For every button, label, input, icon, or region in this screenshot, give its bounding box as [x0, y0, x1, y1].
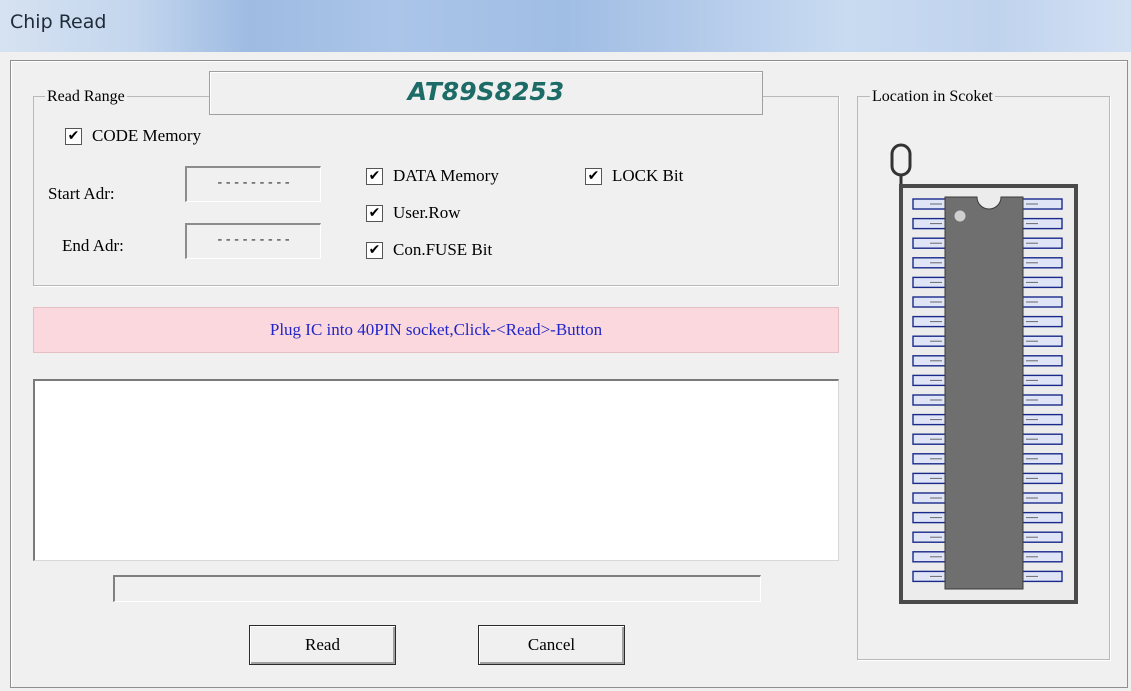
socket-pin-right-17 [1021, 511, 1063, 524]
socket-pin-right-1 [1021, 198, 1063, 210]
socket-pin-right-8 [1021, 335, 1063, 347]
socket-pin-left-14 [912, 453, 947, 465]
socket-pin-left-17 [912, 511, 947, 524]
socket-pin-right-11 [1021, 394, 1063, 406]
socket-pin-right-19 [1021, 551, 1063, 563]
socket-pin-left-6 [912, 296, 947, 308]
socket-pin-left-15 [912, 472, 947, 485]
socket-pin-right-7 [1021, 315, 1063, 328]
socket-pin-left-16 [912, 492, 947, 504]
socket-pin-left-11 [912, 394, 947, 406]
socket-pin-right-5 [1021, 276, 1063, 289]
socket-pin-left-10 [912, 374, 947, 387]
chip-icon [944, 196, 1024, 590]
socket-pin-right-13 [1021, 433, 1063, 445]
socket-pin-left-2 [912, 217, 947, 230]
socket-pin-left-12 [912, 413, 947, 426]
socket-pin-right-20 [1021, 570, 1063, 583]
socket-pin-left-8 [912, 335, 947, 347]
socket-pin-right-16 [1021, 492, 1063, 504]
socket-pin-right-15 [1021, 472, 1063, 485]
socket-pin-left-7 [912, 315, 947, 328]
socket-pin-right-4 [1021, 257, 1063, 269]
socket-pin-right-9 [1021, 355, 1063, 367]
socket-pin-right-12 [1021, 413, 1063, 426]
socket-pin-left-9 [912, 355, 947, 367]
socket-pin-left-20 [912, 570, 947, 583]
socket-pin-left-19 [912, 551, 947, 563]
socket-pin-right-10 [1021, 374, 1063, 387]
socket-pin-right-14 [1021, 453, 1063, 465]
socket-pin-right-6 [1021, 296, 1063, 308]
socket-pin-left-5 [912, 276, 947, 289]
socket-pin-left-3 [912, 237, 947, 249]
socket-pin-right-3 [1021, 237, 1063, 249]
socket-pin-right-18 [1021, 531, 1063, 543]
socket-pin-left-13 [912, 433, 947, 445]
socket-pin-right-2 [1021, 217, 1063, 230]
socket-diagram [890, 143, 1078, 604]
socket-pin-left-4 [912, 257, 947, 269]
socket-pin-left-18 [912, 531, 947, 543]
socket-pin-left-1 [912, 198, 947, 210]
socket-lever-icon [890, 143, 912, 187]
